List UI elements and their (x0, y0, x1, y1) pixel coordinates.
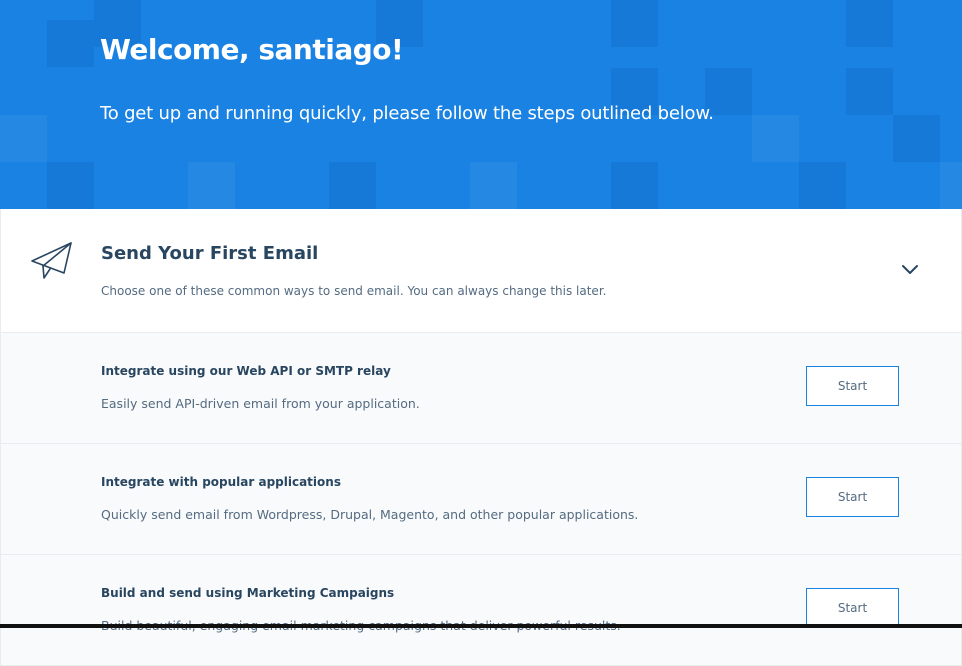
paper-plane-icon (31, 242, 72, 279)
step-title: Build and send using Marketing Campaigns (101, 586, 395, 600)
panel-title: Send Your First Email (101, 243, 319, 264)
step-description: Easily send API-driven email from your a… (101, 396, 420, 411)
welcome-title: Welcome, santiago! (100, 33, 404, 66)
banner-pattern-tile (47, 162, 94, 209)
banner-pattern-tile (940, 162, 962, 209)
welcome-banner: Welcome, santiago! To get up and running… (0, 0, 962, 209)
banner-pattern-tile (799, 162, 846, 209)
banner-pattern-tile (611, 162, 658, 209)
step-title: Integrate with popular applications (101, 475, 341, 489)
banner-pattern-tile (470, 162, 517, 209)
banner-pattern-tile (329, 162, 376, 209)
step-row-marketing-campaigns: Build and send using Marketing Campaigns… (0, 555, 962, 666)
banner-pattern-tile (611, 0, 658, 47)
banner-pattern-tile (846, 0, 893, 47)
panel-subtitle: Choose one of these common ways to send … (101, 284, 607, 298)
banner-pattern-tile (752, 115, 799, 162)
step-title: Integrate using our Web API or SMTP rela… (101, 364, 391, 378)
step-row-web-api: Integrate using our Web API or SMTP rela… (0, 333, 962, 444)
banner-pattern-tile (188, 162, 235, 209)
banner-pattern-tile (893, 115, 940, 162)
welcome-subtitle: To get up and running quickly, please fo… (100, 103, 714, 124)
window-bottom-edge (0, 624, 962, 628)
banner-pattern-tile (0, 115, 47, 162)
chevron-down-icon[interactable] (900, 262, 920, 276)
step-row-popular-apps: Integrate with popular applications Quic… (0, 444, 962, 555)
step-description: Quickly send email from Wordpress, Drupa… (101, 507, 639, 522)
send-first-email-panel: Send Your First Email Choose one of thes… (0, 209, 962, 333)
start-button-marketing-campaigns[interactable]: Start (806, 588, 899, 628)
start-button-popular-apps[interactable]: Start (806, 477, 899, 517)
start-button-web-api[interactable]: Start (806, 366, 899, 406)
banner-pattern-tile (846, 68, 893, 115)
banner-pattern-tile (47, 20, 94, 67)
